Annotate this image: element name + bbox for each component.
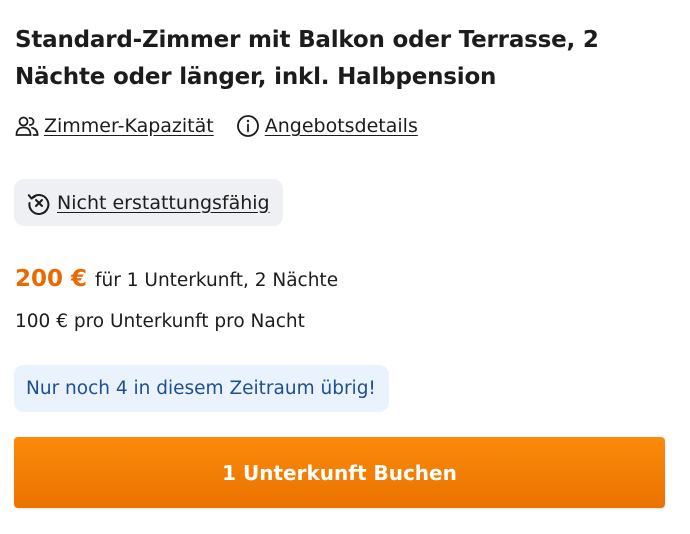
- refund-policy-badge[interactable]: Nicht erstattungsfähig: [14, 179, 283, 226]
- price-description: für 1 Unterkunft, 2 Nächte: [95, 270, 339, 291]
- price-line: 200 € für 1 Unterkunft, 2 Nächte: [15, 266, 338, 292]
- users-icon: [15, 115, 39, 137]
- non-refundable-icon: [26, 190, 52, 216]
- room-capacity-label: Zimmer-Kapazität: [44, 115, 214, 137]
- offer-links: Zimmer-Kapazität Angebotsdetails: [15, 111, 440, 141]
- refund-policy-label: Nicht erstattungsfähig: [57, 191, 270, 214]
- info-icon: [236, 114, 260, 138]
- price-per-night: 100 € pro Unterkunft pro Nacht: [15, 311, 305, 332]
- offer-details-link[interactable]: Angebotsdetails: [236, 114, 418, 138]
- offer-title: Standard-Zimmer mit Balkon oder Terrasse…: [15, 27, 599, 90]
- availability-notice: Nur noch 4 in diesem Zeitraum übrig!: [14, 365, 389, 412]
- book-button[interactable]: 1 Unterkunft Buchen: [14, 437, 665, 508]
- room-capacity-link[interactable]: Zimmer-Kapazität: [15, 115, 214, 137]
- price-amount: 200 €: [15, 266, 88, 292]
- offer-details-label: Angebotsdetails: [264, 115, 418, 137]
